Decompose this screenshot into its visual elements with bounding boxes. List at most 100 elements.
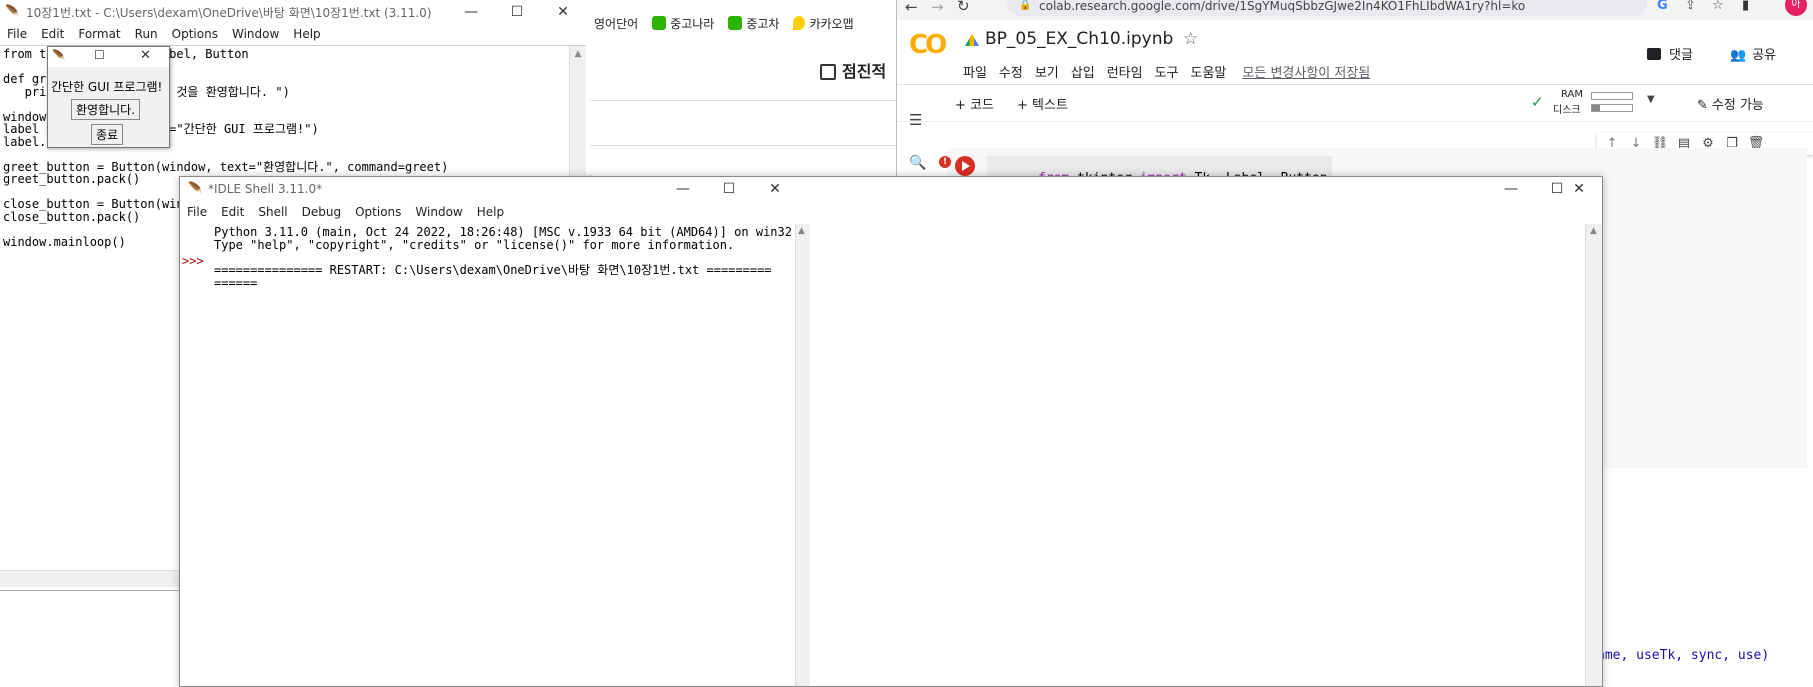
share-button[interactable]: 👥 공유 xyxy=(1730,44,1776,63)
shell-scrollbar[interactable]: ▲ xyxy=(795,224,810,686)
reload-icon[interactable]: ↻ xyxy=(957,0,970,15)
editor-title: 10장1번.txt - C:\Users\dexam\OneDrive\바탕 화… xyxy=(26,6,432,20)
traceback-text: ame, useTk, sync, use) xyxy=(1597,648,1770,663)
shell-menubar: File Edit Shell Debug Options Window Hel… xyxy=(180,201,511,223)
shell-output-area[interactable]: Python 3.11.0 (main, Oct 24 2022, 18:26:… xyxy=(210,224,795,686)
tk-label: 간단한 GUI 프로그램! xyxy=(51,80,163,94)
shell-titlebar-right[interactable]: — ☐ ✕ xyxy=(800,177,1602,201)
map-pin-icon xyxy=(793,15,806,30)
shell-line-4: ====== xyxy=(214,276,258,290)
editor-titlebar[interactable]: 🪶 10장1번.txt - C:\Users\dexam\OneDrive\바탕… xyxy=(0,0,590,24)
star-icon[interactable]: ☆ xyxy=(1183,29,1198,49)
close-button[interactable]: ✕ xyxy=(540,0,586,24)
toc-icon[interactable]: ☰ xyxy=(909,111,922,129)
avatar[interactable]: 아 xyxy=(1785,0,1807,16)
menu-options[interactable]: Options xyxy=(348,201,408,223)
google-icon[interactable]: G xyxy=(1657,0,1668,13)
save-status-link[interactable]: 모든 변경사항이 저장됨 xyxy=(1242,62,1370,81)
shell-line-3: =============== RESTART: C:\Users\dexam\… xyxy=(214,263,772,277)
add-code-button[interactable]: + 코드 xyxy=(955,94,994,113)
tk-popup-window: 🪶 ☐ ✕ 간단한 GUI 프로그램! 환영합니다. 종료 xyxy=(47,46,170,148)
add-text-button[interactable]: + 텍스트 xyxy=(1017,94,1068,113)
error-icon: ! xyxy=(939,156,951,168)
scroll-up-icon[interactable]: ▲ xyxy=(570,46,586,62)
star-icon[interactable]: ☆ xyxy=(1712,0,1724,13)
drive-icon xyxy=(965,34,979,46)
close-button[interactable]: ✕ xyxy=(140,48,151,63)
scroll-up-icon[interactable]: ▲ xyxy=(1590,226,1597,236)
menu-window[interactable]: Window xyxy=(408,201,469,223)
bookmark-joonggonara[interactable]: 중고나라 xyxy=(652,15,714,32)
menu-edit[interactable]: Edit xyxy=(214,201,251,223)
green-chat-icon xyxy=(652,15,667,30)
colab-menubar: 파일 수정 보기 삽입 런타임 도구 도움말 모든 변경사항이 저장됨 xyxy=(963,62,1370,81)
resource-monitor[interactable]: RAM 디스크 ▼ xyxy=(1551,89,1671,117)
menu-insert[interactable]: 삽입 xyxy=(1071,62,1095,81)
list-icon xyxy=(820,64,836,80)
menu-shell[interactable]: Shell xyxy=(251,201,294,223)
close-button[interactable]: ✕ xyxy=(1556,177,1602,201)
menu-edit[interactable]: Edit xyxy=(34,23,71,45)
page-heading: 점진적 xyxy=(820,58,886,82)
menu-window[interactable]: Window xyxy=(225,23,286,45)
python-feather-icon: 🪶 xyxy=(188,181,203,195)
menu-view[interactable]: 보기 xyxy=(1035,62,1059,81)
connected-check-icon: ✓ xyxy=(1531,93,1544,111)
play-icon xyxy=(962,161,970,171)
share-page-icon[interactable]: ⇪ xyxy=(1685,0,1696,13)
bookmark-usedcar[interactable]: 중고차 xyxy=(728,15,779,32)
maximize-button[interactable]: ☐ xyxy=(94,48,105,62)
shell-line-1: Python 3.11.0 (main, Oct 24 2022, 18:26:… xyxy=(214,225,792,239)
url-field[interactable]: 🔒 colab.research.google.com/drive/1SgYMu… xyxy=(1007,0,1647,16)
quit-button[interactable]: 종료 xyxy=(91,124,124,145)
url-text: colab.research.google.com/drive/1SgYMuqS… xyxy=(1039,0,1526,13)
menu-runtime[interactable]: 런타임 xyxy=(1107,62,1143,81)
maximize-button[interactable]: ☐ xyxy=(706,177,752,201)
comment-icon xyxy=(1647,48,1661,60)
search-icon[interactable]: 🔍 xyxy=(909,155,926,171)
forward-icon[interactable]: → xyxy=(931,0,944,16)
colab-logo[interactable]: CO xyxy=(909,30,947,60)
menu-file[interactable]: 파일 xyxy=(963,62,987,81)
menu-file[interactable]: File xyxy=(0,23,34,45)
minimize-button[interactable]: — xyxy=(1488,177,1534,201)
maximize-button[interactable]: ☐ xyxy=(494,0,540,24)
idle-shell-window: 🪶 *IDLE Shell 3.11.0* — ☐ ✕ — ☐ ✕ File E… xyxy=(179,176,1603,687)
chevron-down-icon[interactable]: ▼ xyxy=(1647,94,1655,105)
menu-help[interactable]: Help xyxy=(470,201,511,223)
menu-format[interactable]: Format xyxy=(71,23,127,45)
menu-help[interactable]: 도움말 xyxy=(1191,62,1227,81)
shell-prompt: >>> xyxy=(182,254,204,268)
bookmarks-bar: 영어단어 중고나라 중고차 카카오맵 xyxy=(590,8,904,38)
menu-options[interactable]: Options xyxy=(165,23,225,45)
menu-debug[interactable]: Debug xyxy=(295,201,348,223)
tk-titlebar[interactable]: 🪶 ☐ ✕ xyxy=(48,47,169,67)
menu-tools[interactable]: 도구 xyxy=(1155,62,1179,81)
sidepanel-icon[interactable]: ▮ xyxy=(1742,0,1749,13)
menu-run[interactable]: Run xyxy=(128,23,165,45)
colab-header: CO BP_05_EX_Ch10.ipynb ☆ 파일 수정 보기 삽입 런타임… xyxy=(897,20,1813,85)
address-bar-row: ← → ↻ 🔒 colab.research.google.com/drive/… xyxy=(897,0,1813,20)
back-icon[interactable]: ← xyxy=(905,0,918,16)
greet-button[interactable]: 환영합니다. xyxy=(71,99,141,120)
close-button[interactable]: ✕ xyxy=(752,177,798,201)
minimize-button[interactable]: — xyxy=(660,177,706,201)
colab-toolbar: + 코드 + 텍스트 ✓ RAM 디스크 ▼ ✎ 수정 가능 xyxy=(897,85,1813,122)
menu-file[interactable]: File xyxy=(180,201,214,223)
minimize-button[interactable]: — xyxy=(448,0,494,24)
scroll-up-icon[interactable]: ▲ xyxy=(798,226,805,236)
menu-edit[interactable]: 수정 xyxy=(999,62,1023,81)
ram-bar xyxy=(1591,92,1633,100)
edit-mode-button[interactable]: ✎ 수정 가능 xyxy=(1697,94,1764,113)
python-feather-icon: 🪶 xyxy=(5,4,20,18)
disk-bar xyxy=(1591,104,1633,112)
bookmark-english[interactable]: 영어단어 xyxy=(594,15,638,32)
notebook-title[interactable]: BP_05_EX_Ch10.ipynb xyxy=(985,29,1173,49)
menu-help[interactable]: Help xyxy=(286,23,327,45)
comment-button[interactable]: 댓글 xyxy=(1647,44,1693,63)
bookmark-kakaomap[interactable]: 카카오맵 xyxy=(793,15,854,32)
green-chat-icon xyxy=(728,15,743,30)
shell-line-2: Type "help", "copyright", "credits" or "… xyxy=(214,238,735,252)
shell-right-scrollbar[interactable]: ▲ xyxy=(1585,224,1602,686)
run-cell-button[interactable] xyxy=(955,156,975,176)
